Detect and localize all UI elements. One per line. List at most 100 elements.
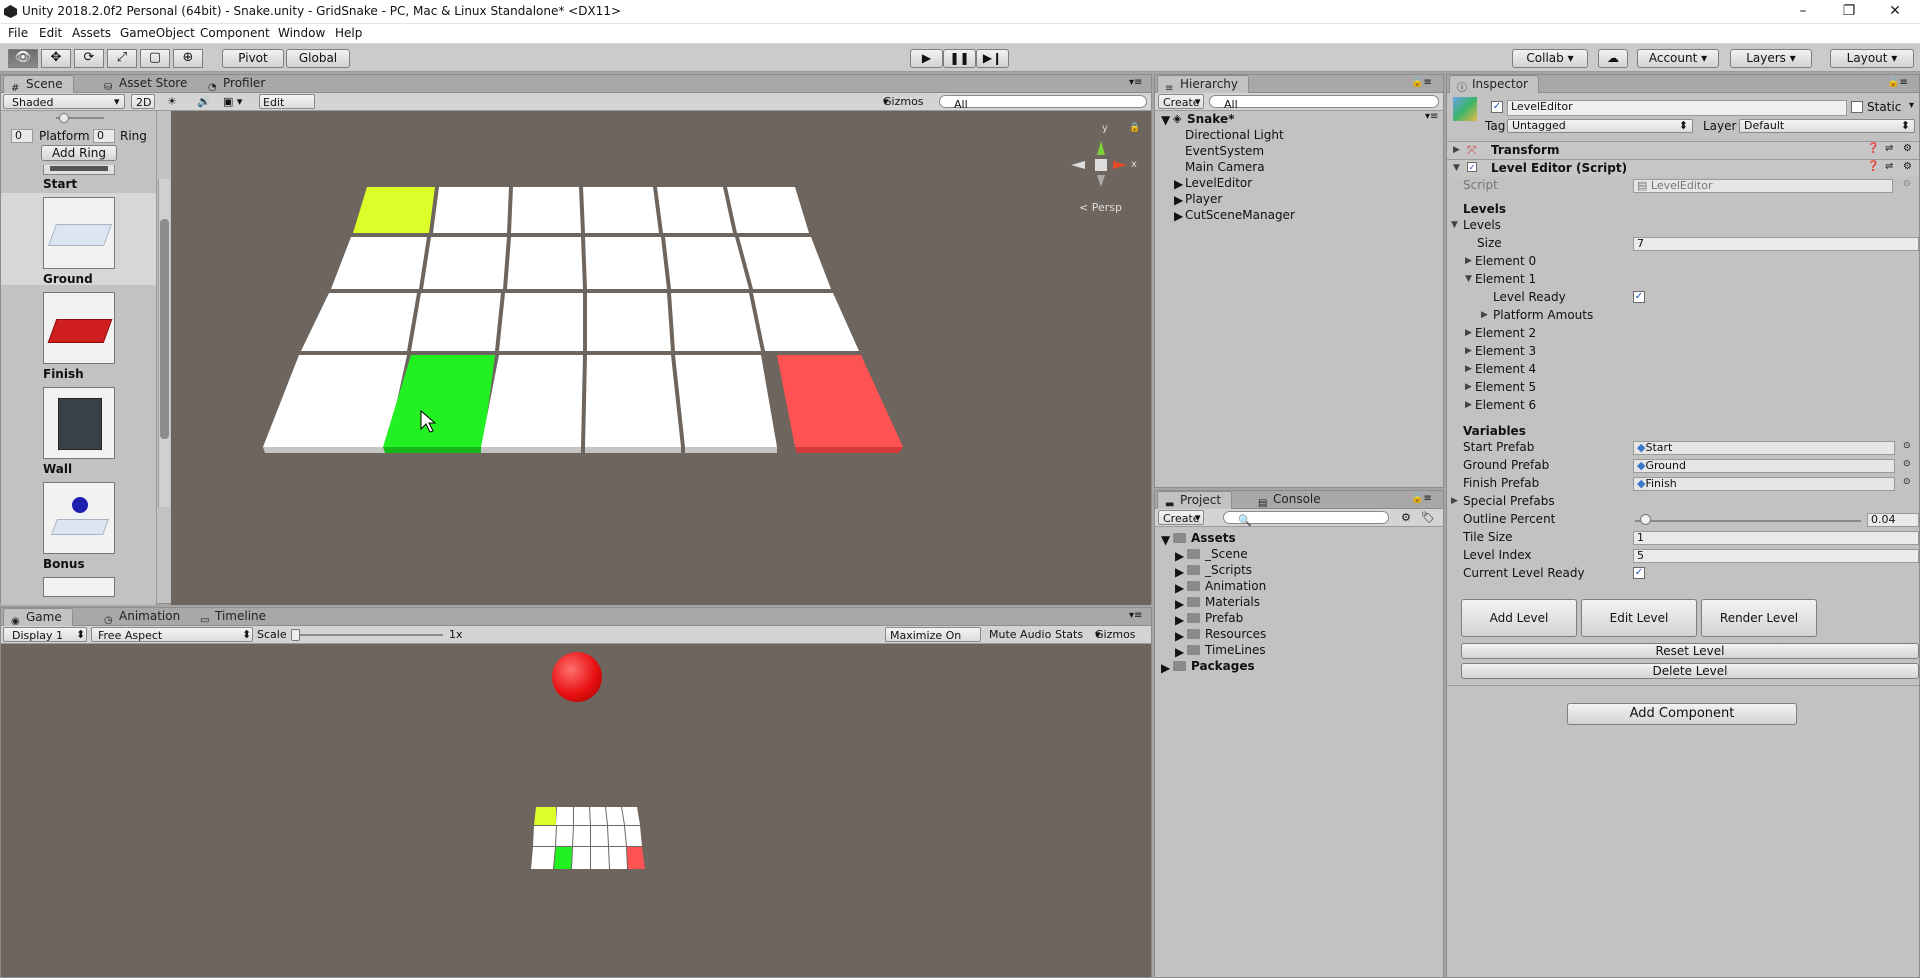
effects-toggle-icon[interactable]: ▣ ▾ [223, 93, 242, 110]
hierarchy-item[interactable]: Player [1185, 192, 1222, 206]
object-picker-icon[interactable]: ⊙ [1903, 477, 1911, 487]
tab-timeline[interactable]: ▭ Timeline [193, 608, 276, 626]
filter-label-icon[interactable]: 🏷 [1421, 509, 1435, 526]
rect-tool-icon[interactable]: ▢ [140, 49, 170, 68]
caret-right-icon[interactable]: ▶ [1175, 597, 1184, 611]
tile-start[interactable] [353, 187, 435, 233]
bonus-prefab-thumb[interactable] [43, 482, 115, 554]
global-button[interactable]: Global [286, 49, 350, 68]
element-5[interactable]: Element 5 [1475, 380, 1536, 394]
level-index-field[interactable]: 5 [1633, 549, 1919, 563]
hierarchy-item[interactable]: EventSystem [1185, 144, 1264, 158]
level-ready-checkbox[interactable]: ✓ [1633, 291, 1645, 303]
tile[interactable] [511, 187, 581, 233]
tab-console[interactable]: ▤ Console [1251, 491, 1331, 509]
tile[interactable] [583, 187, 659, 233]
caret-down-icon[interactable]: ▼ [1161, 533, 1170, 547]
level-editor-header[interactable]: ▼ ✓ Level Editor (Script) ❓ ⇌ ⚙ [1447, 159, 1919, 177]
persp-label[interactable]: < Persp [1079, 201, 1122, 214]
element-1[interactable]: Element 1 [1475, 272, 1536, 286]
tile[interactable] [587, 293, 671, 351]
project-folder[interactable]: Materials [1187, 595, 1260, 609]
add-level-button[interactable]: Add Level [1461, 599, 1577, 637]
tile[interactable] [671, 293, 761, 351]
tile[interactable] [739, 237, 831, 289]
menu-assets[interactable]: Assets [72, 26, 111, 40]
menu-file[interactable]: File [8, 26, 28, 40]
lock-icon[interactable]: 🔒≡ [1411, 77, 1432, 88]
lock-icon[interactable]: 🔒≡ [1887, 77, 1908, 88]
caret-down-icon[interactable]: ▼ [1453, 163, 1460, 173]
gear-icon[interactable]: ⚙ [1903, 161, 1912, 172]
gear-icon[interactable]: ⚙ [1903, 143, 1912, 154]
scene-search-input[interactable]: All [939, 95, 1147, 111]
tile[interactable] [481, 355, 583, 447]
restore-button[interactable]: ❐ [1826, 0, 1872, 24]
aspect-dropdown[interactable]: Free Aspect ⬍ [91, 627, 253, 642]
scene-root[interactable]: Snake* [1187, 112, 1234, 126]
preset-icon[interactable]: ⇌ [1885, 161, 1893, 172]
render-level-button[interactable]: Render Level [1701, 599, 1817, 637]
caret-right-icon[interactable]: ▶ [1174, 209, 1183, 223]
platform-amounts-foldout[interactable]: Platform Amouts [1493, 308, 1593, 322]
tab-animation[interactable]: ◷ Animation [97, 608, 190, 626]
caret-right-icon[interactable]: ▶ [1175, 565, 1184, 579]
element-3[interactable]: Element 3 [1475, 344, 1536, 358]
object-picker-icon[interactable]: ⊙ [1903, 441, 1911, 451]
tab-inspector[interactable]: ⓘ Inspector [1449, 75, 1539, 94]
palette-scroll-thumb[interactable] [160, 219, 169, 439]
current-level-ready-checkbox[interactable]: ✓ [1633, 567, 1645, 579]
stats-toggle[interactable]: Stats [1055, 626, 1083, 643]
project-folder[interactable]: _Scene [1187, 547, 1248, 561]
element-2[interactable]: Element 2 [1475, 326, 1536, 340]
add-component-button[interactable]: Add Component [1567, 703, 1797, 725]
caret-right-icon[interactable]: ▶ [1175, 549, 1184, 563]
gizmos-dropdown[interactable]: Gizmos ▾ [883, 93, 924, 110]
transform-header[interactable]: ▶ ⤧ Transform ❓ ⇌ ⚙ [1447, 141, 1919, 159]
tile[interactable] [585, 237, 667, 289]
audio-toggle-icon[interactable]: 🔊 [197, 93, 211, 110]
filter-type-icon[interactable]: ⚙ [1401, 509, 1411, 526]
tile[interactable] [507, 237, 583, 289]
tile-size-field[interactable]: 1 [1633, 531, 1919, 545]
tile[interactable] [727, 187, 809, 233]
scale-slider-thumb[interactable] [291, 629, 300, 641]
mute-audio-toggle[interactable]: Mute Audio [989, 626, 1051, 643]
scene-menu-icon[interactable]: ▾≡ [1425, 111, 1438, 122]
menu-component[interactable]: Component [200, 26, 270, 40]
panel-menu-icon[interactable]: ▾≡ [1129, 77, 1142, 88]
tile[interactable] [331, 237, 427, 289]
add-ring-button[interactable]: Add Ring [41, 145, 117, 161]
slider-thumb[interactable] [59, 113, 69, 123]
finish-prefab-field[interactable]: ◆Finish [1633, 477, 1895, 491]
outline-percent-field[interactable]: 0.04 [1867, 513, 1919, 527]
tile[interactable] [301, 293, 417, 351]
shading-dropdown[interactable]: Shaded ▾ [3, 94, 125, 109]
scene-viewport[interactable]: y x < Persp 🔒 [171, 111, 1151, 605]
project-folder[interactable]: _Scripts [1187, 563, 1252, 577]
display-dropdown[interactable]: Display 1 ⬍ [3, 627, 87, 642]
menu-edit[interactable]: Edit [39, 26, 62, 40]
palette-scroll-track[interactable] [158, 179, 170, 507]
project-folder[interactable]: TimeLines [1187, 643, 1266, 657]
maximize-on-play-toggle[interactable]: Maximize On Play [885, 627, 981, 659]
component-enabled-checkbox[interactable]: ✓ [1467, 162, 1477, 172]
menu-window[interactable]: Window [278, 26, 325, 40]
minimize-button[interactable]: – [1780, 0, 1826, 24]
wall-prefab-thumb[interactable] [43, 387, 115, 459]
tile[interactable] [665, 237, 749, 289]
rotate-tool-icon[interactable]: ⟳ [74, 49, 104, 68]
active-checkbox[interactable]: ✓ [1491, 101, 1503, 113]
lock-icon[interactable]: 🔒≡ [1411, 493, 1432, 504]
preset-icon[interactable]: ⇌ [1885, 143, 1893, 154]
hierarchy-item[interactable]: LevelEditor [1185, 176, 1252, 190]
finish-prefab-thumb[interactable] [43, 292, 115, 364]
ground-prefab-field[interactable]: ◆Ground [1633, 459, 1895, 473]
tab-game[interactable]: ◉ Game [3, 608, 73, 627]
tab-profiler[interactable]: ◔ Profiler [201, 75, 275, 93]
delete-level-button[interactable]: Delete Level [1461, 663, 1919, 679]
tile[interactable] [423, 237, 507, 289]
tile[interactable] [657, 187, 733, 233]
2d-toggle[interactable]: 2D [131, 94, 155, 109]
reset-level-button[interactable]: Reset Level [1461, 643, 1919, 659]
